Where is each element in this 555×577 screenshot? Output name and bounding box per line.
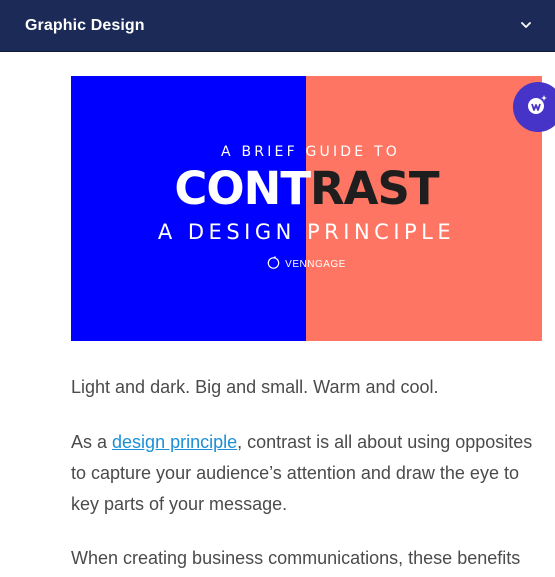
article-paragraph-3: When creating business communications, t…: [71, 548, 521, 568]
hero-title: CONTRAST: [71, 164, 542, 214]
venngage-logo-icon: [526, 94, 548, 121]
article-paragraph-1: Light and dark. Big and small. Warm and …: [71, 377, 439, 397]
category-title: Graphic Design: [25, 16, 145, 34]
category-header[interactable]: Graphic Design: [0, 0, 555, 52]
article-paragraph-2: As a design principle, contrast is all a…: [71, 427, 546, 520]
hero-tagline: A DESIGN PRINCIPLE: [157, 220, 456, 244]
hero-brand: VENNGAGE: [71, 256, 542, 272]
paragraph-2-text-start: As a: [71, 432, 113, 452]
design-principle-link[interactable]: design principle: [112, 432, 237, 452]
venngage-widget-button[interactable]: [513, 82, 555, 132]
hero-title-part-1: CONT: [174, 162, 311, 215]
chevron-down-icon[interactable]: [519, 19, 533, 33]
venngage-mark-icon: [267, 256, 280, 272]
hero-title-part-2: RAST: [310, 162, 440, 215]
hero-brand-label: VENNGAGE: [285, 258, 346, 270]
hero-subtitle: A BRIEF GUIDE TO: [221, 144, 400, 160]
hero-image: A BRIEF GUIDE TO CONTRAST A DESIGN PRINC…: [71, 76, 542, 341]
